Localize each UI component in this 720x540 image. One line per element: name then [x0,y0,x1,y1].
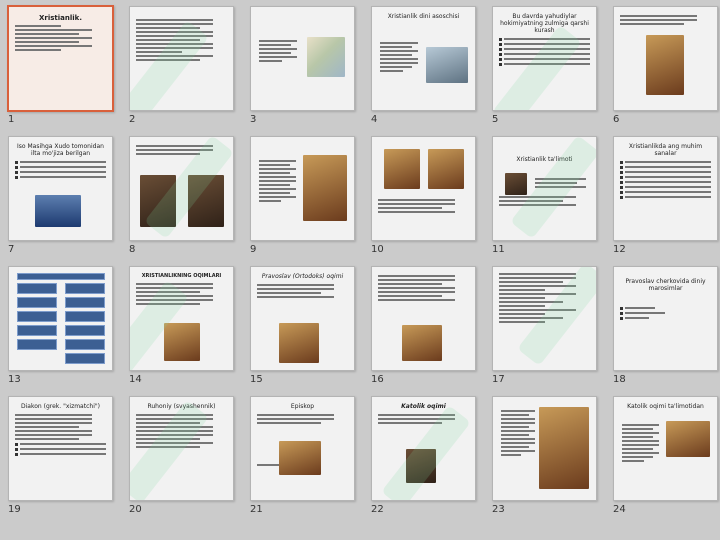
transfiguration-image [164,323,200,361]
church-interior-image [402,325,442,361]
slide-title: Katolik oqimi [401,403,446,410]
slide-title: Xristianlikda ang muhim sanalar [628,143,703,157]
slide-number: 5 [492,114,499,125]
slide-number: 11 [492,244,505,255]
slide-title: Xristianlik ta'limoti [516,156,573,163]
slide-thumbnail-14[interactable]: XRISTIANLIKNING OQIMLARI 14 [129,266,239,388]
slide-number: 7 [8,244,15,255]
bishop-image [279,441,321,475]
slide-thumbnail-17[interactable]: 17 [492,266,602,388]
slide-number: 16 [371,374,384,385]
slide-thumbnail-21[interactable]: Episkop 21 [250,396,360,518]
slide-number: 19 [8,504,21,515]
slide-thumbnail-15[interactable]: Pravoslav (Ortodoks) oqimi 15 [250,266,360,388]
slide-number: 2 [129,114,136,125]
slide-title: Diakon (grek. "xizmatchi") [21,403,100,410]
crucifixion-image-2 [188,175,224,227]
slide-number: 12 [613,244,626,255]
slide-number: 18 [613,374,626,385]
slide-number: 10 [371,244,384,255]
crucifixion-image-1 [140,175,176,227]
slide-number: 6 [613,114,620,125]
slide-number: 20 [129,504,142,515]
slide-number: 17 [492,374,505,385]
slide-thumbnail-20[interactable]: Ruhoniy (svyashennik) 20 [129,396,239,518]
slide-title: Pravoslav (Ortodoks) oqimi [261,273,344,280]
pope-image [666,421,710,457]
slide-thumbnail-23[interactable]: 23 [492,396,602,518]
slide-number: 9 [250,244,257,255]
slide-thumbnail-18[interactable]: Pravoslav cherkovida diniy marosimlar 18 [613,266,720,388]
slide-thumbnail-4[interactable]: Xristianlik dini asoschisi 4 [371,6,481,128]
slide-title: Xristianlik dini asoschisi [387,13,460,20]
icon-image [303,155,347,221]
slide-number: 13 [8,374,21,385]
slide-thumbnail-9[interactable]: 9 [250,136,360,258]
slide-thumbnail-13[interactable]: 13 [8,266,118,388]
shroud-face-image [539,407,589,489]
slide-number: 8 [129,244,136,255]
slide-number: 23 [492,504,505,515]
slide-thumbnail-5[interactable]: Bu davrda yahudiylar hokimiyatning zulmi… [492,6,602,128]
slide-thumbnail-11[interactable]: Xristianlik ta'limoti 11 [492,136,602,258]
slide-thumbnail-8[interactable]: 8 [129,136,239,258]
city-image [426,47,468,83]
slide-thumbnail-12[interactable]: Xristianlikda ang muhim sanalar 12 [613,136,720,258]
slide-thumbnail-24[interactable]: Katolik oqimi ta'limotidan 24 [613,396,720,518]
slide-number: 15 [250,374,263,385]
slide-title: Episkop [290,403,315,410]
slide-title: Pravoslav cherkovida diniy marosimlar [625,278,706,292]
figure-image [406,449,436,483]
slide-thumbnail-22[interactable]: Katolik oqimi 22 [371,396,481,518]
slide-thumbnail-2[interactable]: 2 [129,6,239,128]
saints-image-1 [384,149,420,189]
slide-title: Ruhoniy (svyashennik) [147,403,216,410]
slide-thumbnail-16[interactable]: 16 [371,266,481,388]
figure-image [505,173,527,195]
slide-title: Iso Masihga Xudo tomonidan ilta mo'jiza … [17,143,104,157]
slide-thumbnail-1[interactable]: Xristianlik. 1 [7,5,118,128]
saints-image-2 [428,149,464,189]
slide-number: 3 [250,114,257,125]
slide-number: 21 [250,504,263,515]
map-image [307,37,345,77]
slide-number: 1 [8,114,15,125]
slide-title: Bu davrda yahudiylar hokimiyatning zulmi… [500,13,589,34]
slide-title: XRISTIANLIKNING OQIMLARI [141,273,222,279]
slide-number: 22 [371,504,384,515]
slide-number: 14 [129,374,142,385]
slide-number: 24 [613,504,626,515]
ascension-image [35,195,81,227]
slide-thumbnail-10[interactable]: 10 [371,136,481,258]
slide-sorter-view: { "slides":[ {"num":"1","title":"Xristia… [0,0,720,540]
slide-thumbnail-7[interactable]: Iso Masihga Xudo tomonidan ilta mo'jiza … [8,136,118,258]
jesus-portrait-image [646,35,684,95]
slide-title: Katolik oqimi ta'limotidan [627,403,704,410]
slide-thumbnail-19[interactable]: Diakon (grek. "xizmatchi") 19 [8,396,118,518]
slide-thumbnail-6[interactable]: 6 [613,6,720,128]
slide-number: 4 [371,114,378,125]
slide-title: Xristianlik. [39,14,82,22]
slide-grid: Xristianlik. 1 2 3 Xristianlik dini asos… [7,5,718,536]
slide-thumbnail-3[interactable]: 3 [250,6,360,128]
icon-image [279,323,319,363]
